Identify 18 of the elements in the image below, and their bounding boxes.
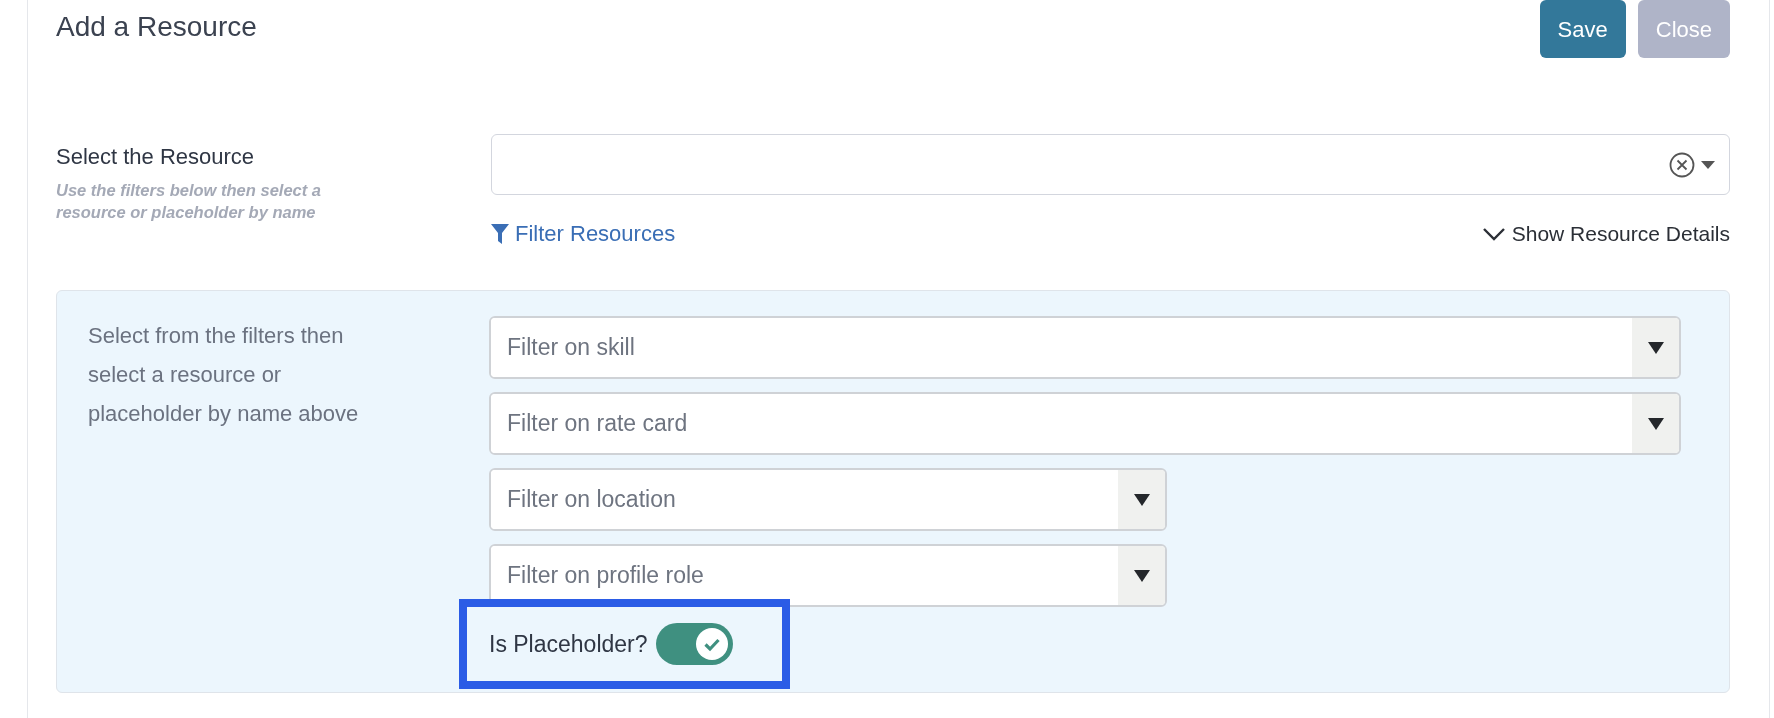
caret-icon	[1133, 493, 1150, 506]
dialog-button[interactable]: Save	[1539, 0, 1626, 58]
caret-icon	[1133, 569, 1150, 582]
field-label: Select the Resource	[56, 143, 256, 171]
filter-description: Select from the filters then select a resource or placeholder by name above	[88, 322, 360, 428]
filter-icon	[491, 223, 509, 244]
show-details-link[interactable]: Show Resource Details	[1481, 217, 1730, 250]
check-icon	[695, 628, 728, 660]
toggle-label: Is Placeholder?	[489, 629, 648, 659]
clear-icon[interactable]	[1669, 151, 1695, 178]
chevron-down-icon	[1481, 226, 1506, 241]
caret-icon	[1701, 160, 1715, 169]
caret-icon	[1647, 417, 1664, 430]
filter-resources-link[interactable]: Filter Resources	[491, 217, 676, 250]
dialog-title: Add a Resource	[56, 10, 257, 44]
placeholder-toggle[interactable]	[655, 623, 733, 665]
caret-icon	[1647, 341, 1664, 354]
field-hint: Use the filters below then select a resource or placeholder by name	[56, 180, 322, 223]
